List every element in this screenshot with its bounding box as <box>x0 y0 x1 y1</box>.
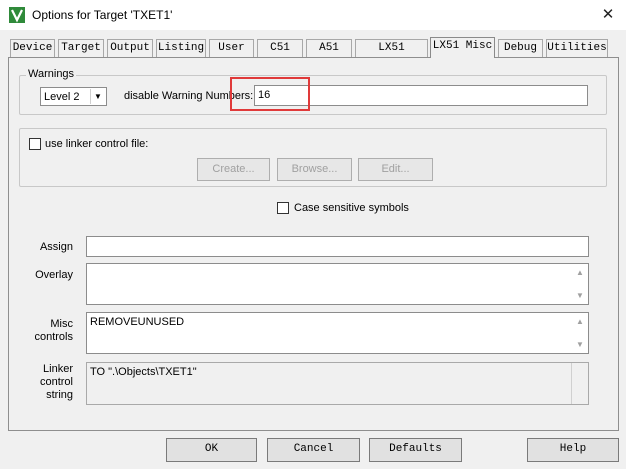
edit-button[interactable]: Edit... <box>358 158 433 181</box>
scroll-down-icon[interactable]: ▼ <box>572 288 588 304</box>
highlight-box <box>230 77 310 111</box>
cancel-button[interactable]: Cancel <box>267 438 360 462</box>
case-sensitive-label: Case sensitive symbols <box>294 202 409 214</box>
tab-a51[interactable]: A51 <box>306 39 352 57</box>
close-button[interactable]: ✕ <box>596 4 620 26</box>
tab-user[interactable]: User <box>209 39 254 57</box>
linker-file-checkbox[interactable] <box>29 138 41 150</box>
browse-button[interactable]: Browse... <box>277 158 352 181</box>
linker-file-label: use linker control file: <box>45 138 149 150</box>
tab-device[interactable]: Device <box>10 39 55 57</box>
help-button[interactable]: Help <box>527 438 619 462</box>
warning-level-value: Level 2 <box>44 91 80 103</box>
linker-string-textarea[interactable]: TO ".\Objects\TXET1" <box>86 362 589 405</box>
misc-scrollbar[interactable]: ▲ ▼ <box>572 313 588 353</box>
assign-input[interactable] <box>86 236 589 257</box>
tab-listing[interactable]: Listing <box>156 39 206 57</box>
assign-label: Assign <box>39 241 73 253</box>
linker-string-label-line3: string <box>46 389 73 401</box>
scroll-down-icon[interactable]: ▼ <box>572 337 588 353</box>
close-icon: ✕ <box>601 6 615 23</box>
warning-level-select[interactable]: Level 2 ▼ <box>40 87 107 106</box>
tab-lx51-misc[interactable]: LX51 Misc <box>430 37 495 58</box>
scroll-up-icon[interactable]: ▲ <box>572 314 588 330</box>
create-button[interactable]: Create... <box>197 158 270 181</box>
defaults-button[interactable]: Defaults <box>369 438 462 462</box>
case-sensitive-checkbox[interactable] <box>277 202 289 214</box>
misc-controls-value: REMOVEUNUSED <box>90 316 185 328</box>
misc-label-line1: Misc <box>50 318 73 330</box>
tab-target[interactable]: Target <box>58 39 104 57</box>
window-title: Options for Target 'TXET1' <box>32 8 173 22</box>
scroll-up-icon[interactable]: ▲ <box>572 265 588 281</box>
tab-c51[interactable]: C51 <box>257 39 303 57</box>
tab-debug[interactable]: Debug <box>498 39 543 57</box>
misc-controls-textarea[interactable]: REMOVEUNUSED ▲ ▼ <box>86 312 589 354</box>
overlay-label: Overlay <box>35 269 73 281</box>
overlay-textarea[interactable]: ▲ ▼ <box>86 263 589 305</box>
ok-button[interactable]: OK <box>166 438 257 462</box>
linker-string-label-line2: control <box>39 376 73 388</box>
overlay-value <box>88 264 92 270</box>
tab-utilities[interactable]: Utilities <box>546 39 608 57</box>
chevron-down-icon: ▼ <box>90 89 105 104</box>
misc-label-line2: controls <box>34 331 73 343</box>
overlay-scrollbar[interactable]: ▲ ▼ <box>572 264 588 304</box>
linker-string-label-line1: Linker <box>43 363 73 375</box>
linker-string-value: TO ".\Objects\TXET1" <box>90 366 197 378</box>
keil-uvision-icon <box>9 7 25 23</box>
tab-lx51-locate[interactable]: LX51 Locate <box>355 39 428 71</box>
linker-string-scroll-divider <box>571 363 572 404</box>
assign-value <box>88 237 92 243</box>
warnings-legend: Warnings <box>26 68 77 80</box>
tab-output[interactable]: Output <box>107 39 153 57</box>
